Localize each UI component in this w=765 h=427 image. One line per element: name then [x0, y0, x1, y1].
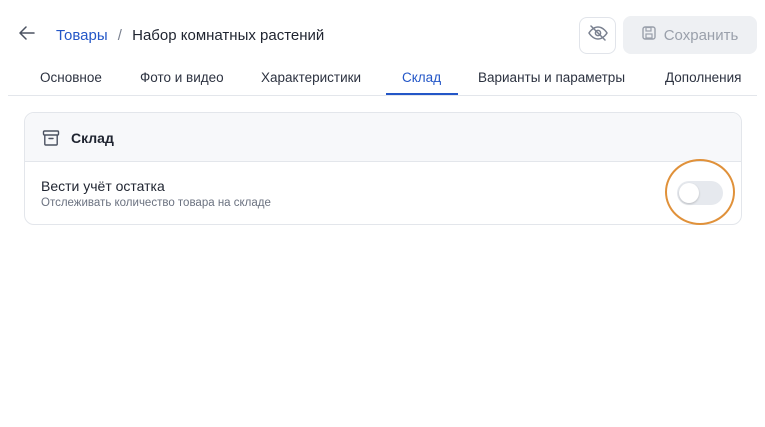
tab-addons[interactable]: Дополнения [665, 70, 741, 85]
arrow-left-icon [19, 25, 35, 45]
tab-bar: Основное Фото и видео Характеристики Скл… [8, 62, 757, 96]
save-button[interactable]: Сохранить [623, 16, 757, 54]
track-stock-label: Вести учёт остатка [41, 178, 165, 194]
visibility-toggle-button[interactable] [579, 17, 616, 54]
warehouse-card: Склад Вести учёт остатка Отслеживать кол… [24, 112, 742, 225]
page-header: Товары / Набор комнатных растений Сохран… [0, 0, 765, 70]
tab-photo-video[interactable]: Фото и видео [140, 70, 224, 85]
eye-off-icon [587, 25, 608, 46]
save-button-label: Сохранить [663, 26, 739, 44]
tab-variants[interactable]: Варианты и параметры [478, 70, 625, 85]
tab-main[interactable]: Основное [40, 70, 102, 85]
active-tab-indicator [386, 93, 458, 95]
floppy-disk-icon [642, 26, 656, 44]
tab-characteristics[interactable]: Характеристики [261, 70, 361, 85]
back-button[interactable] [16, 24, 38, 46]
card-header: Склад [25, 113, 741, 162]
breadcrumb-link-products[interactable]: Товары [56, 27, 108, 44]
track-stock-toggle[interactable] [677, 181, 723, 205]
breadcrumb-separator: / [117, 27, 122, 44]
archive-box-icon [42, 129, 60, 147]
tab-warehouse[interactable]: Склад [402, 70, 441, 85]
breadcrumb: Товары / Набор комнатных растений [56, 26, 324, 46]
track-stock-description: Отслеживать количество товара на складе [41, 197, 271, 209]
toggle-knob [679, 183, 699, 203]
page-title: Набор комнатных растений [132, 27, 325, 44]
card-title: Склад [71, 130, 114, 146]
